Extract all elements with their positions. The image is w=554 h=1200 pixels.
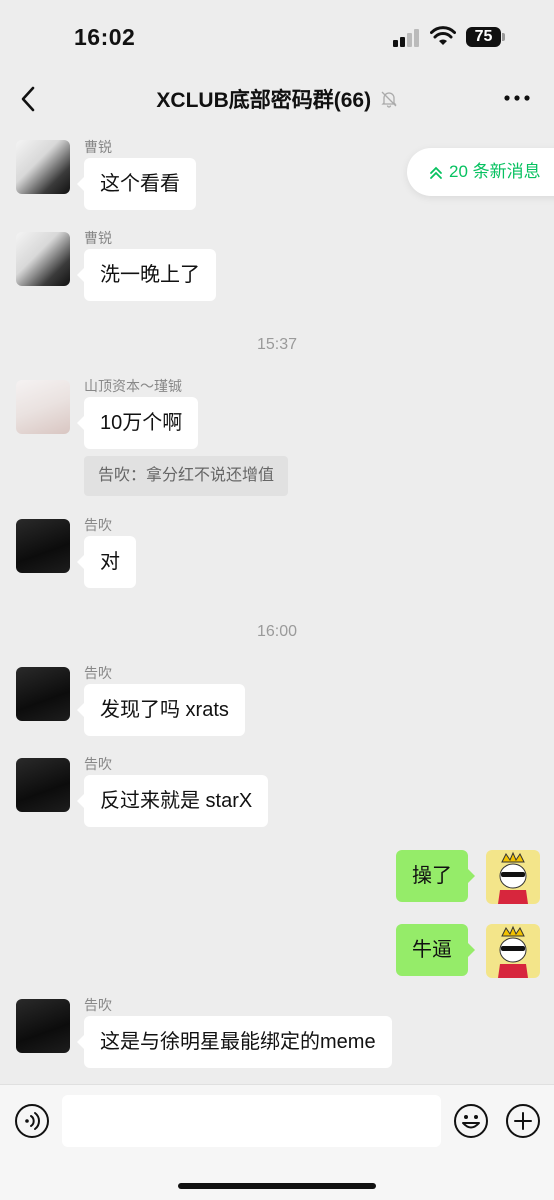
sender-name: 山顶资本～瑾铖 [84,378,182,394]
sender-name: 曹锐 [84,230,112,246]
message-bubble[interactable]: 10万个啊 [76,397,199,449]
emoji-icon[interactable] [453,1103,489,1139]
wifi-icon [430,26,456,45]
message-bubble[interactable]: 发现了吗 xrats [77,684,245,736]
my-avatar[interactable] [486,850,540,904]
sender-name: 告吹 [84,756,112,772]
message-bubble[interactable]: 这个看看 [77,158,196,210]
timestamp: 15:37 [256,336,298,353]
more-icon[interactable] [502,86,532,110]
avatar[interactable] [16,758,70,812]
avatar[interactable] [16,232,70,286]
sender-name: 告吹 [84,997,112,1013]
my-message-bubble[interactable]: 操了 [396,850,475,902]
voice-input-icon[interactable] [14,1103,50,1139]
timestamp: 16:00 [256,623,298,640]
rat-king-avatar-icon [498,925,528,978]
avatar[interactable] [16,140,70,194]
status-time: 16:02 [74,24,136,50]
chat-title[interactable]: XCLUB底部密码群(66) [156,84,371,114]
sender-name: 曹锐 [84,139,112,155]
double-chevron-up-icon [430,166,442,179]
status-bar: 16:02 75 [0,0,554,72]
new-messages-button[interactable]: 20 条新消息 [407,148,554,196]
home-indicator[interactable] [178,1183,376,1189]
message-bubble[interactable]: 这是与徐明星最能绑定的meme [77,1016,392,1068]
sender-name: 告吹 [84,665,112,681]
avatar[interactable] [16,519,70,573]
battery-level: 75 [466,27,501,47]
avatar[interactable] [16,667,70,721]
message-bubble[interactable]: 对 [77,536,136,588]
quoted-message[interactable]: 告吹：拿分红不说还增值 [84,456,289,496]
my-avatar[interactable] [486,924,540,978]
cellular-signal-icon [393,29,421,47]
avatar[interactable] [16,380,70,434]
muted-bell-icon [380,91,397,108]
plus-icon[interactable] [505,1103,541,1139]
chat-header: XCLUB底部密码群(66) [0,72,554,126]
message-bubble[interactable]: 反过来就是 starX [76,775,269,827]
battery-icon: 75 [466,27,506,47]
message-bubble[interactable]: 洗一晚上了 [77,249,216,301]
sender-name: 告吹 [84,517,112,533]
avatar[interactable] [16,999,70,1053]
message-input[interactable] [62,1095,441,1147]
rat-king-avatar-icon [498,851,528,904]
new-messages-label: 20 条新消息 [449,162,541,181]
my-message-bubble[interactable]: 牛逼 [396,924,475,976]
